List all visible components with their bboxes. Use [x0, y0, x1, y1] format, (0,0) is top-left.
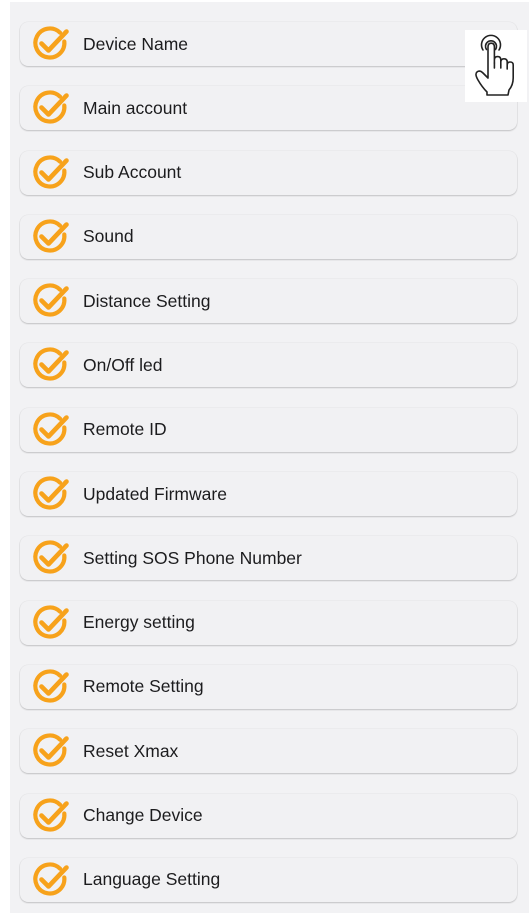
menu-item-on-off-led[interactable]: On/Off led: [20, 343, 517, 388]
menu-item-change-device[interactable]: Change Device: [20, 793, 517, 838]
check-circle-icon: [28, 343, 72, 387]
menu-item-label: Remote Setting: [83, 676, 204, 697]
menu-item-label: Device Name: [83, 33, 189, 54]
menu-item-remote-setting[interactable]: Remote Setting: [20, 664, 517, 709]
menu-item-main-account[interactable]: Main account: [20, 86, 517, 131]
check-circle-icon: [28, 665, 72, 709]
check-circle-icon: [28, 472, 72, 516]
check-circle-icon: [28, 215, 72, 259]
menu-item-label: Distance Setting: [83, 290, 211, 311]
menu-item-distance-setting[interactable]: Distance Setting: [20, 279, 517, 324]
check-circle-icon: [28, 151, 72, 195]
tap-hand-icon: [465, 30, 527, 102]
check-circle-icon: [28, 601, 72, 645]
check-circle-icon: [28, 279, 72, 323]
menu-item-energy-setting[interactable]: Energy setting: [20, 600, 517, 645]
menu-item-device-name[interactable]: Device Name: [20, 22, 517, 66]
menu-item-label: Reset Xmax: [83, 740, 179, 761]
check-circle-icon: [28, 86, 72, 130]
check-circle-icon: [28, 729, 72, 773]
menu-item-label: Language Setting: [83, 869, 221, 890]
menu-item-label: On/Off led: [83, 354, 163, 375]
check-circle-icon: [28, 794, 72, 838]
menu-item-label: Sub Account: [83, 162, 182, 183]
menu-item-label: Change Device: [83, 805, 203, 826]
menu-item-language-setting[interactable]: Language Setting: [20, 857, 517, 902]
menu-item-label: Setting SOS Phone Number: [83, 547, 302, 568]
settings-menu-list: Device Name Main account Sub Account Sound D…: [20, 22, 517, 922]
menu-item-sound[interactable]: Sound: [20, 214, 517, 259]
menu-item-label: Updated Firmware: [83, 483, 227, 504]
menu-item-sub-account[interactable]: Sub Account: [20, 150, 517, 195]
menu-item-reset-xmax[interactable]: Reset Xmax: [20, 729, 517, 774]
check-circle-icon: [28, 536, 72, 580]
menu-item-label: Remote ID: [83, 419, 167, 440]
menu-item-remote-id[interactable]: Remote ID: [20, 407, 517, 452]
menu-item-updated-firmware[interactable]: Updated Firmware: [20, 472, 517, 517]
check-circle-icon: [28, 858, 72, 902]
menu-item-label: Main account: [83, 97, 188, 118]
menu-item-setting-sos-phone-number[interactable]: Setting SOS Phone Number: [20, 536, 517, 581]
menu-item-label: Energy setting: [83, 612, 195, 633]
menu-item-label: Sound: [83, 226, 134, 247]
check-circle-icon: [28, 408, 72, 452]
check-circle-icon: [28, 22, 72, 66]
